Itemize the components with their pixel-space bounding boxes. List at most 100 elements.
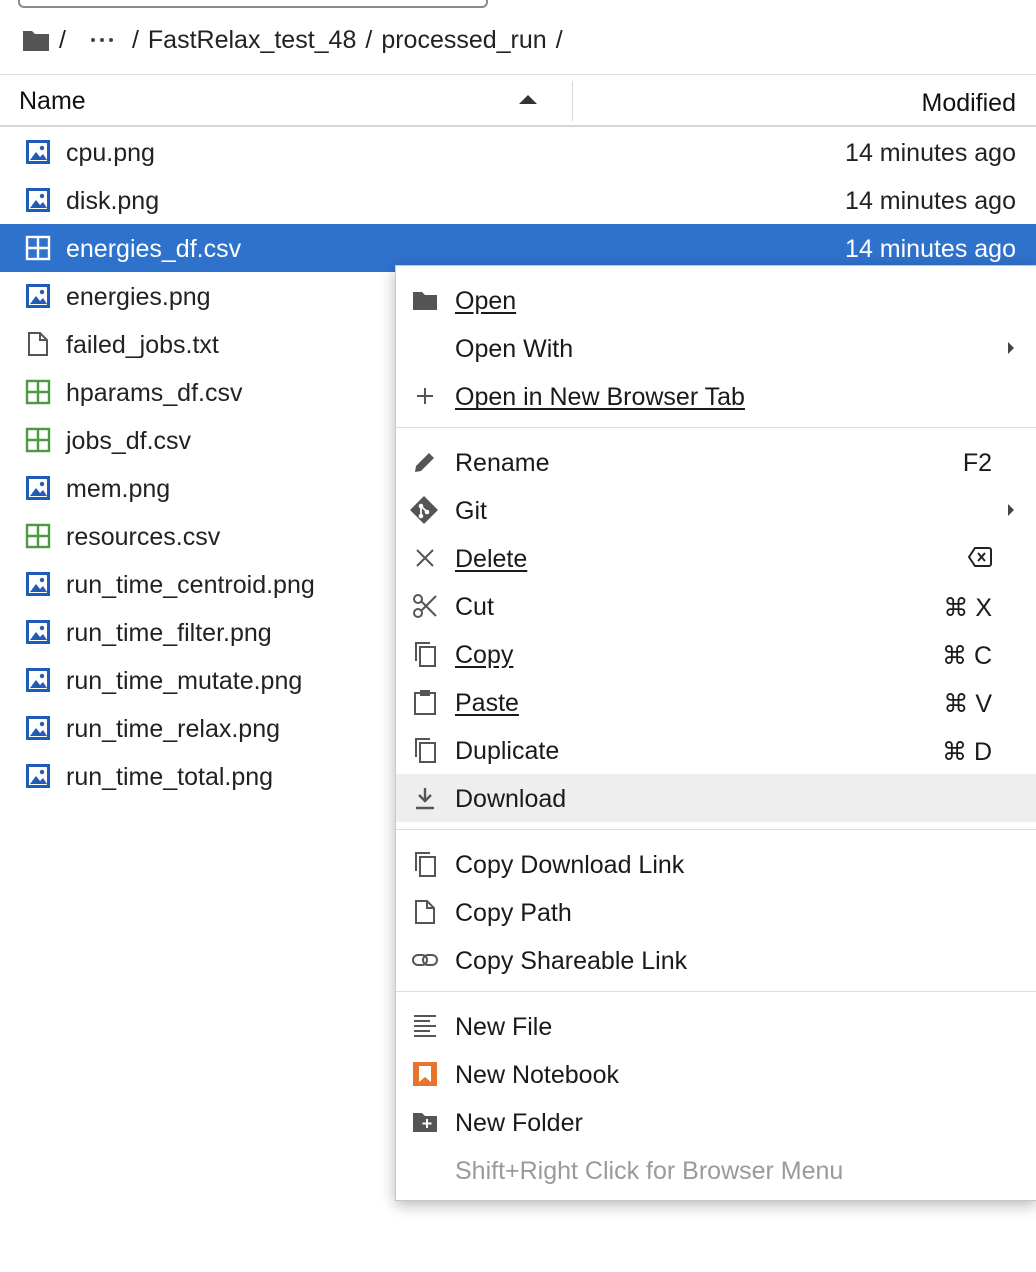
file-name: run_time_centroid.png (66, 571, 315, 599)
rename-shortcut: F2 (962, 449, 992, 477)
menu-label-cut: Cut (455, 593, 494, 621)
menu-item-cut[interactable]: Cut ⌘ X (396, 582, 1036, 630)
menu-item-open-with[interactable]: Open With (396, 324, 1036, 372)
pencil-icon (412, 449, 438, 475)
search-box-edge[interactable] (18, 0, 488, 8)
new-folder-icon (412, 1109, 438, 1135)
file-modified: 14 minutes ago (845, 139, 1016, 167)
menu-item-new-folder[interactable]: New Folder (396, 1098, 1036, 1146)
breadcrumb-folder[interactable]: FastRelax_test_48 (148, 26, 356, 55)
file-name: hparams_df.csv (66, 379, 243, 407)
menu-label-rename: Rename (455, 449, 550, 477)
file-name: run_time_total.png (66, 763, 274, 791)
cut-shortcut: ⌘ X (943, 594, 992, 622)
copy-icon (412, 851, 438, 877)
file-row[interactable]: cpu.png 14 minutes ago (0, 128, 1036, 176)
file-row[interactable]: disk.png 14 minutes ago (0, 176, 1036, 224)
folder-icon (412, 287, 438, 313)
menu-label-copy-download-link: Copy Download Link (455, 851, 685, 879)
copy-shortcut: ⌘ C (942, 642, 992, 670)
file-name: run_time_relax.png (66, 715, 281, 743)
menu-separator (396, 991, 1036, 992)
submenu-arrow-icon (1008, 504, 1014, 516)
duplicate-icon (412, 737, 438, 763)
submenu-arrow-icon (1008, 342, 1014, 354)
menu-item-new-notebook[interactable]: New Notebook (396, 1050, 1036, 1098)
file-modified: 14 minutes ago (845, 235, 1016, 263)
menu-label-open: Open (455, 287, 517, 315)
image-icon (25, 715, 51, 741)
ellipsis-icon[interactable] (90, 38, 113, 42)
spreadsheet-icon (25, 427, 51, 453)
name-column-header[interactable]: Name (19, 87, 86, 116)
menu-item-duplicate[interactable]: Duplicate ⌘ D (396, 726, 1036, 774)
file-modified: 14 minutes ago (845, 187, 1016, 215)
menu-label-new-file: New File (455, 1013, 553, 1041)
breadcrumb-current[interactable]: processed_run (381, 26, 546, 55)
file-name: failed_jobs.txt (66, 331, 219, 359)
spreadsheet-icon (25, 379, 51, 405)
file-name: disk.png (66, 187, 160, 215)
file-name: energies.png (66, 283, 211, 311)
menu-label-copy: Copy (455, 641, 514, 669)
spreadsheet-icon (25, 523, 51, 549)
image-icon (25, 187, 51, 213)
file-name: cpu.png (66, 139, 155, 167)
modified-column-header[interactable]: Modified (922, 89, 1017, 118)
menu-item-paste[interactable]: Paste ⌘ V (396, 678, 1036, 726)
menu-label-new-folder: New Folder (455, 1109, 583, 1137)
menu-label-open-with: Open With (455, 335, 574, 363)
image-icon (25, 571, 51, 597)
file-icon (25, 331, 51, 357)
sort-ascending-icon[interactable] (519, 95, 537, 104)
breadcrumb-separator: / (59, 25, 66, 54)
menu-item-download[interactable]: Download (396, 774, 1036, 822)
image-icon (25, 619, 51, 645)
menu-label-git: Git (455, 497, 487, 525)
file-list-header: Name Modified (0, 74, 1036, 127)
image-icon (25, 763, 51, 789)
folder-icon[interactable] (22, 28, 50, 52)
menu-item-copy-path[interactable]: Copy Path (396, 888, 1036, 936)
menu-item-copy-download-link[interactable]: Copy Download Link (396, 840, 1036, 888)
menu-item-rename[interactable]: Rename F2 (396, 438, 1036, 486)
menu-item-git[interactable]: Git (396, 486, 1036, 534)
file-icon (412, 899, 438, 925)
menu-label-duplicate: Duplicate (455, 737, 560, 765)
menu-item-delete[interactable]: Delete (396, 534, 1036, 582)
menu-item-open[interactable]: Open (396, 276, 1036, 324)
scissors-icon (412, 593, 438, 619)
menu-separator (396, 427, 1036, 428)
menu-label-new-notebook: New Notebook (455, 1061, 619, 1089)
menu-item-copy[interactable]: Copy ⌘ C (396, 630, 1036, 678)
file-name: jobs_df.csv (66, 427, 192, 455)
copy-icon (412, 641, 438, 667)
breadcrumb-separator: / (131, 25, 139, 54)
file-name: resources.csv (66, 523, 221, 551)
plus-icon (412, 383, 438, 409)
image-icon (25, 475, 51, 501)
close-icon (412, 545, 438, 571)
breadcrumb-separator: / (365, 25, 373, 54)
menu-footer-hint: Shift+Right Click for Browser Menu (396, 1146, 1036, 1194)
menu-label-footer-hint: Shift+Right Click for Browser Menu (455, 1157, 844, 1185)
menu-separator (396, 829, 1036, 830)
notebook-icon (412, 1061, 438, 1087)
breadcrumb: / / FastRelax_test_48 / processed_run / (22, 20, 572, 60)
clipboard-icon (412, 689, 438, 715)
column-divider[interactable] (572, 81, 573, 121)
download-icon (412, 785, 438, 811)
paste-shortcut: ⌘ V (943, 690, 992, 718)
menu-item-copy-shareable-link[interactable]: Copy Shareable Link (396, 936, 1036, 984)
file-name: energies_df.csv (66, 235, 242, 263)
menu-item-new-file[interactable]: New File (396, 1002, 1036, 1050)
breadcrumb-separator: / (555, 25, 563, 54)
context-menu: Open Open With Open in New Browser Tab R… (395, 265, 1036, 1201)
image-icon (25, 667, 51, 693)
image-icon (25, 283, 51, 309)
spreadsheet-icon (25, 235, 51, 261)
menu-item-open-new-tab[interactable]: Open in New Browser Tab (396, 372, 1036, 420)
duplicate-shortcut: ⌘ D (942, 738, 992, 766)
link-icon (412, 947, 438, 973)
file-name: run_time_mutate.png (66, 667, 303, 695)
